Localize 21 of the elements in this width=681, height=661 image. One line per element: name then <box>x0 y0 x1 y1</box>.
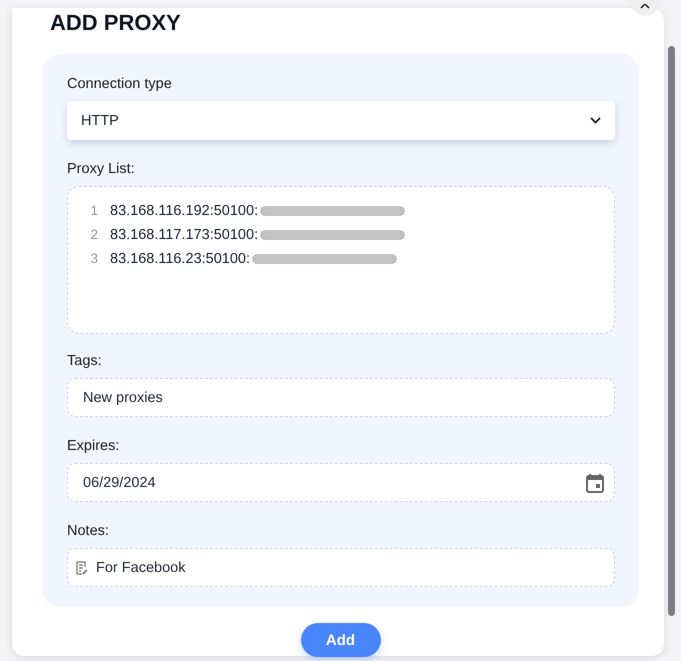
line-number: 1 <box>89 203 98 218</box>
dialog-title: ADD PROXY <box>50 10 182 36</box>
connection-type-select[interactable]: HTTP <box>67 101 615 140</box>
line-number: 2 <box>89 227 98 242</box>
notes-field[interactable]: For Facebook <box>67 548 615 587</box>
field-label: Notes: <box>67 523 110 539</box>
field-label: Expires: <box>67 438 120 454</box>
field-label: Connection type <box>67 76 173 92</box>
note-icon <box>76 560 88 574</box>
scrollbar-thumb[interactable] <box>668 46 675 616</box>
proxy-line: 83.168.116.192:50100: <box>110 202 258 218</box>
proxy-list-editor[interactable]: 1 83.168.116.192:50100: 2 83.168.117.173:50100: 3 83.168.116.23:50100: <box>67 186 615 334</box>
field-label: Tags: <box>67 353 103 369</box>
calendar-icon <box>586 472 604 492</box>
proxy-line: 83.168.116.23:50100: <box>110 250 250 266</box>
line-number: 3 <box>89 251 98 266</box>
proxy-line: 83.168.117.173:50100: <box>110 226 258 242</box>
field-label: Proxy List: <box>67 161 136 177</box>
date-field[interactable]: 06/29/2024 <box>67 463 615 502</box>
chevron-down-icon <box>590 117 601 124</box>
tags-field[interactable]: New proxies <box>67 378 615 417</box>
